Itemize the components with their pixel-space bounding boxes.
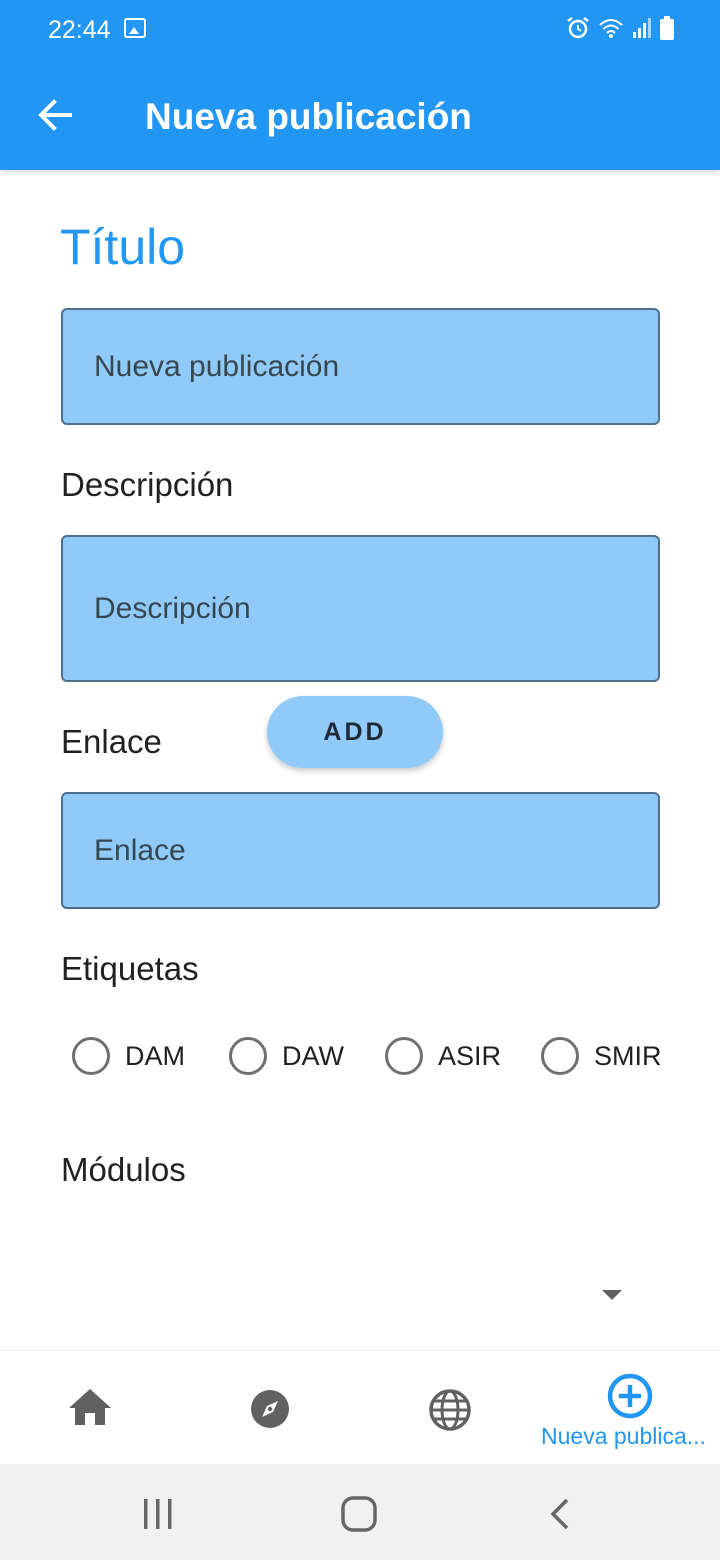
signal-icon (633, 18, 651, 38)
page-title: Nueva publicación (145, 96, 472, 137)
link-input[interactable]: Enlace (61, 792, 660, 909)
alarm-icon (567, 17, 589, 39)
modules-label: Módulos (61, 1151, 186, 1188)
chevron-down-icon (602, 1290, 622, 1300)
status-bar: 22:44 (0, 0, 720, 60)
nav-item-web[interactable] (360, 1351, 540, 1465)
tag-option-dam[interactable]: DAM (72, 1035, 185, 1077)
tag-option-label: DAW (282, 1040, 344, 1071)
nav-label-new-post: Nueva publica... (541, 1423, 706, 1449)
link-label: Enlace (61, 723, 162, 760)
globe-icon (429, 1389, 471, 1431)
status-icons (566, 16, 674, 40)
wifi-icon (599, 19, 623, 38)
compass-icon (251, 1390, 289, 1428)
back-arrow-icon[interactable] (34, 94, 76, 136)
back-button-icon[interactable] (548, 1497, 572, 1531)
bottom-navigation: Nueva publica... (0, 1350, 720, 1464)
radio-button[interactable] (72, 1037, 110, 1075)
tag-option-asir[interactable]: ASIR (385, 1035, 501, 1077)
nav-item-explore[interactable] (180, 1351, 360, 1465)
image-icon (124, 18, 146, 38)
title-input[interactable]: Nueva publicación (61, 308, 660, 425)
description-label: Descripción (61, 466, 234, 503)
system-navigation-bar (0, 1464, 720, 1560)
home-icon (69, 1389, 111, 1425)
tag-option-label: DAM (125, 1040, 185, 1071)
tag-option-daw[interactable]: DAW (229, 1035, 344, 1077)
status-time: 22:44 (48, 16, 111, 44)
tag-option-label: SMIR (594, 1040, 662, 1071)
home-button-icon[interactable] (340, 1495, 378, 1533)
title-label: Título (60, 219, 186, 275)
recents-icon[interactable] (142, 1497, 174, 1531)
app-bar: Nueva publicación (0, 60, 720, 170)
radio-button[interactable] (229, 1037, 267, 1075)
tags-label: Etiquetas (61, 950, 199, 987)
add-circle-icon (607, 1373, 653, 1419)
tags-radio-group: DAM DAW ASIR SMIR (72, 1035, 672, 1077)
radio-button[interactable] (385, 1037, 423, 1075)
tag-option-smir[interactable]: SMIR (541, 1035, 662, 1077)
modules-dropdown[interactable] (61, 1250, 660, 1330)
nav-item-home[interactable] (0, 1351, 180, 1465)
add-button[interactable]: ADD (267, 696, 443, 768)
battery-icon (660, 16, 674, 40)
description-input[interactable]: Descripción (61, 535, 660, 682)
radio-button[interactable] (541, 1037, 579, 1075)
tag-option-label: ASIR (438, 1040, 502, 1071)
